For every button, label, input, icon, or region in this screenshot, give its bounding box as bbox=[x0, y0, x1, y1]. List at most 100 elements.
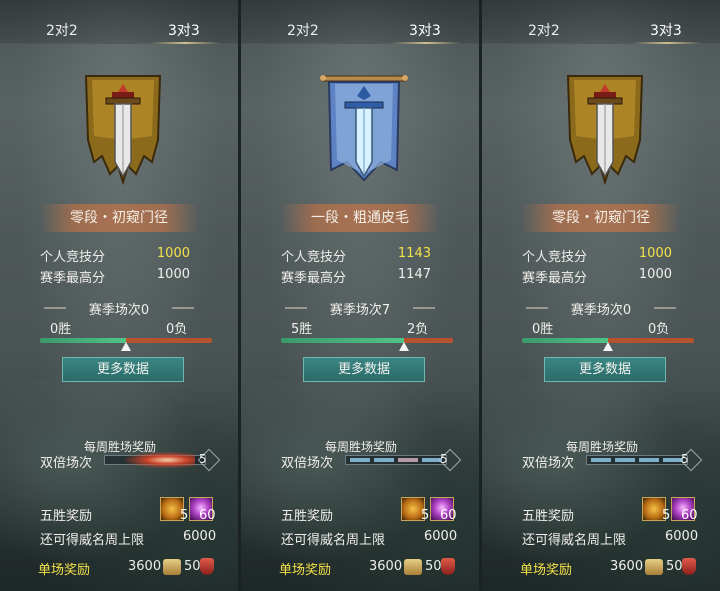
double-matches-label: 双倍场次 bbox=[40, 456, 93, 471]
win-ratio-marker bbox=[121, 342, 131, 351]
divider-ornament-right bbox=[172, 307, 194, 309]
season-matches-text: 赛季场次0 bbox=[88, 303, 150, 318]
double-matches-count: 5 bbox=[199, 452, 207, 466]
more-data-button[interactable]: 更多数据 bbox=[62, 357, 184, 382]
rank-title: 一段・粗通皮毛 bbox=[281, 204, 439, 232]
honor-shield-icon bbox=[441, 558, 455, 575]
rank-title: 零段・初窥门径 bbox=[522, 204, 680, 232]
double-matches-label: 双倍场次 bbox=[522, 456, 575, 471]
single-match-reward-label: 单场奖励 bbox=[38, 563, 91, 578]
season-high-label: 赛季最高分 bbox=[281, 271, 347, 286]
personal-score-value: 1143 bbox=[397, 246, 431, 261]
single-reward-honor: 50 bbox=[666, 559, 683, 574]
coin-icon bbox=[404, 559, 422, 575]
weekly-cap-value: 6000 bbox=[424, 529, 458, 544]
win-ratio-fill bbox=[281, 338, 404, 343]
season-high-row: 赛季最高分 1000 bbox=[40, 267, 200, 287]
single-reward-coins: 3600 bbox=[369, 559, 403, 574]
double-bar-segment bbox=[615, 458, 635, 462]
single-reward-honor: 50 bbox=[184, 559, 201, 574]
screenshot-wrap: 2对2 3对3 零段・初窥门径 个人竞技分 1000 赛季最高分 1000 赛季… bbox=[0, 0, 720, 591]
double-bar-segment bbox=[639, 458, 659, 462]
five-win-reward-label: 五胜奖励 bbox=[522, 509, 575, 524]
tab-2v2[interactable]: 2对2 bbox=[528, 20, 560, 40]
personal-score-row: 个人竞技分 1000 bbox=[522, 246, 682, 266]
reward-chest-count: 5 bbox=[421, 508, 430, 523]
more-data-button[interactable]: 更多数据 bbox=[303, 357, 425, 382]
tab-3v3[interactable]: 3对3 bbox=[409, 20, 441, 40]
season-high-value: 1147 bbox=[397, 267, 431, 282]
double-matches-count: 5 bbox=[681, 452, 689, 466]
active-tab-underline bbox=[150, 42, 220, 44]
season-high-row: 赛季最高分 1147 bbox=[281, 267, 441, 287]
win-ratio-fill bbox=[522, 338, 608, 343]
double-matches-label: 双倍场次 bbox=[281, 456, 334, 471]
wins-count: 5胜 bbox=[291, 322, 313, 337]
honor-shield-icon bbox=[200, 558, 214, 575]
personal-score-label: 个人竞技分 bbox=[281, 250, 347, 265]
personal-score-value: 1000 bbox=[638, 246, 672, 261]
tab-3v3[interactable]: 3对3 bbox=[168, 20, 200, 40]
weekly-cap-value: 6000 bbox=[665, 529, 699, 544]
season-matches-title: 赛季场次0 bbox=[38, 299, 200, 318]
season-matches-title: 赛季场次7 bbox=[279, 299, 441, 318]
more-data-button[interactable]: 更多数据 bbox=[544, 357, 666, 382]
personal-score-row: 个人竞技分 1000 bbox=[40, 246, 200, 266]
active-tab-underline bbox=[632, 42, 702, 44]
weekly-cap-label: 还可得威名周上限 bbox=[40, 533, 145, 548]
weekly-cap-value: 6000 bbox=[183, 529, 217, 544]
weekly-reward-title: 每周胜场奖励 bbox=[566, 440, 639, 454]
season-matches-title: 赛季场次0 bbox=[520, 299, 682, 318]
win-ratio-fill bbox=[40, 338, 126, 343]
wins-count: 0胜 bbox=[50, 322, 72, 337]
tab-3v3[interactable]: 3对3 bbox=[650, 20, 682, 40]
double-bar-segment bbox=[374, 458, 394, 462]
double-matches-bar bbox=[345, 448, 462, 472]
season-matches-text: 赛季场次7 bbox=[329, 303, 391, 318]
season-high-label: 赛季最高分 bbox=[40, 271, 106, 286]
tab-2v2[interactable]: 2对2 bbox=[46, 20, 78, 40]
arena-panel-1: 2对2 3对3 零段・初窥门径 个人竞技分 1000 赛季最高分 1000 赛季… bbox=[0, 0, 238, 591]
divider-ornament-left bbox=[285, 307, 307, 309]
reward-chest-count: 5 bbox=[180, 508, 189, 523]
single-reward-coins: 3600 bbox=[610, 559, 644, 574]
personal-score-row: 个人竞技分 1143 bbox=[281, 246, 441, 266]
season-high-value: 1000 bbox=[638, 267, 672, 282]
rank-title: 零段・初窥门径 bbox=[40, 204, 198, 232]
losses-count: 2负 bbox=[407, 322, 429, 337]
season-matches-text: 赛季场次0 bbox=[570, 303, 632, 318]
single-reward-honor: 50 bbox=[425, 559, 442, 574]
weekly-cap-label: 还可得威名周上限 bbox=[522, 533, 627, 548]
coin-icon bbox=[645, 559, 663, 575]
double-matches-bar bbox=[586, 448, 703, 472]
season-high-label: 赛季最高分 bbox=[522, 271, 588, 286]
five-win-reward-label: 五胜奖励 bbox=[40, 509, 93, 524]
five-win-reward-label: 五胜奖励 bbox=[281, 509, 334, 524]
honor-shield-icon bbox=[682, 558, 696, 575]
mode-tabs: 2对2 3对3 bbox=[482, 0, 720, 44]
blue-banner-sword-icon bbox=[320, 75, 408, 182]
season-high-value: 1000 bbox=[156, 267, 190, 282]
mode-tabs: 2对2 3对3 bbox=[0, 0, 238, 44]
coin-icon bbox=[163, 559, 181, 575]
divider-ornament-left bbox=[44, 307, 66, 309]
mode-tabs: 2对2 3对3 bbox=[241, 0, 479, 44]
win-loss-bar bbox=[281, 338, 453, 343]
tab-2v2[interactable]: 2对2 bbox=[287, 20, 319, 40]
single-match-reward-label: 单场奖励 bbox=[520, 563, 573, 578]
arena-panel-3: 2对2 3对3 零段・初窥门径 个人竞技分 1000 赛季最高分 1000 赛季… bbox=[482, 0, 720, 591]
season-high-row: 赛季最高分 1000 bbox=[522, 267, 682, 287]
weekly-reward-title: 每周胜场奖励 bbox=[325, 440, 398, 454]
win-ratio-marker bbox=[398, 342, 409, 351]
double-matches-count: 5 bbox=[440, 452, 448, 466]
double-bar-segment bbox=[398, 458, 418, 462]
double-matches-bar bbox=[104, 448, 221, 472]
personal-score-label: 个人竞技分 bbox=[40, 250, 106, 265]
wins-count: 0胜 bbox=[532, 322, 554, 337]
personal-score-label: 个人竞技分 bbox=[522, 250, 588, 265]
reward-gem-count: 60 bbox=[199, 508, 216, 523]
reward-gem-count: 60 bbox=[681, 508, 698, 523]
single-reward-coins: 3600 bbox=[128, 559, 162, 574]
single-match-reward-label: 单场奖励 bbox=[279, 563, 332, 578]
losses-count: 0负 bbox=[648, 322, 670, 337]
